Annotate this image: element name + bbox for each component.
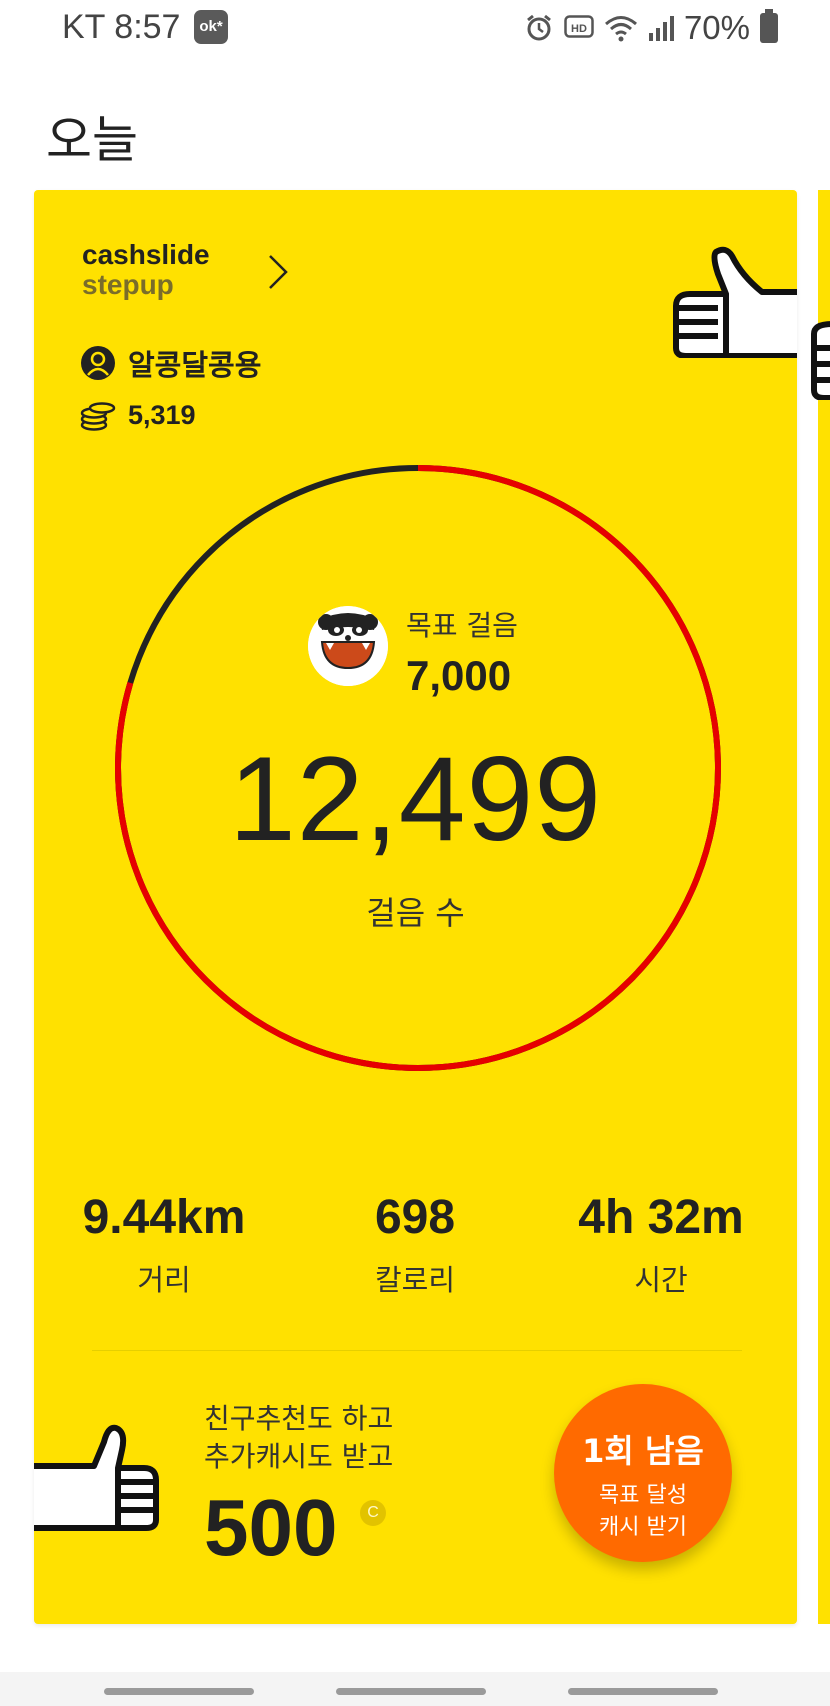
panda-icon [308,606,388,686]
goal-value: 7,000 [406,652,512,699]
stat-calories: 698 칼로리 [285,1190,545,1299]
user-row: 알콩달콩용 [80,342,261,384]
step-count: 12,499 [228,732,603,866]
stat-value: 698 [374,1191,456,1244]
nav-recent-button[interactable] [104,1688,254,1695]
promo-line-1: 친구추천도 하고 [204,1402,394,1435]
promo-amount: 500 [204,1483,338,1572]
thumbs-up-icon [811,321,830,400]
stat-value: 9.44km [82,1191,246,1244]
signal-icon [648,16,674,41]
stepup-card[interactable]: cashslide stepup 알콩달콩용 5,319 목표 걸음 7,000… [34,190,797,1624]
referral-promo-text[interactable]: 친구추천도 하고 추가캐시도 받고 [204,1400,393,1476]
user-name: 알콩달콩용 [128,348,262,382]
coin-balance: 5,319 [128,400,196,430]
brand-line-1: cashslide [82,239,210,270]
cta-line-2: 캐시 받기 [599,1515,687,1540]
nav-back-button[interactable] [568,1688,718,1695]
promo-line-2: 추가캐시도 받고 [204,1440,394,1473]
status-icons: HD 70% [524,8,778,48]
nav-home-button[interactable] [336,1688,486,1695]
claim-cash-button[interactable]: 1회 남음 목표 달성 캐시 받기 [554,1384,732,1562]
coin-stack-icon [80,401,116,431]
thumbs-up-icon [34,1424,159,1531]
stat-time: 4h 32m 시간 [531,1190,791,1299]
battery-icon [760,9,778,43]
ok-icon: ok* [194,10,228,44]
stat-label: 시간 [634,1263,688,1297]
thumbs-up-icon [673,246,797,358]
next-card-peek[interactable] [811,190,830,1624]
stat-label: 칼로리 [374,1263,456,1297]
stat-value: 4h 32m [578,1191,744,1244]
wifi-icon [604,16,637,42]
brand-line-2: stepup [82,269,174,300]
cta-title: 1회 남음 [582,1432,704,1470]
navigation-bar [0,1672,830,1706]
coin-row: 5,319 [80,400,196,431]
stat-distance: 9.44km 거리 [34,1190,294,1299]
cta-line-1: 목표 달성 [599,1483,687,1508]
divider [92,1350,742,1351]
chevron-right-icon[interactable] [266,252,290,292]
carrier-time: KT 8:57 [62,8,181,46]
status-bar: KT 8:57 ok* HD 70% [0,0,830,60]
stat-label: 거리 [137,1263,191,1297]
step-count-label: 걸음 수 [366,894,465,932]
goal-label: 목표 걸음 [406,609,518,642]
battery-percent: 70% [683,9,750,46]
hd-icon: HD [564,15,594,38]
user-icon [81,346,115,380]
page-title: 오늘 [46,111,138,169]
cash-unit-icon: C [360,1500,386,1526]
alarm-icon [527,14,551,41]
svg-text:HD: HD [571,23,587,35]
brand-logo[interactable]: cashslide stepup [82,240,210,300]
